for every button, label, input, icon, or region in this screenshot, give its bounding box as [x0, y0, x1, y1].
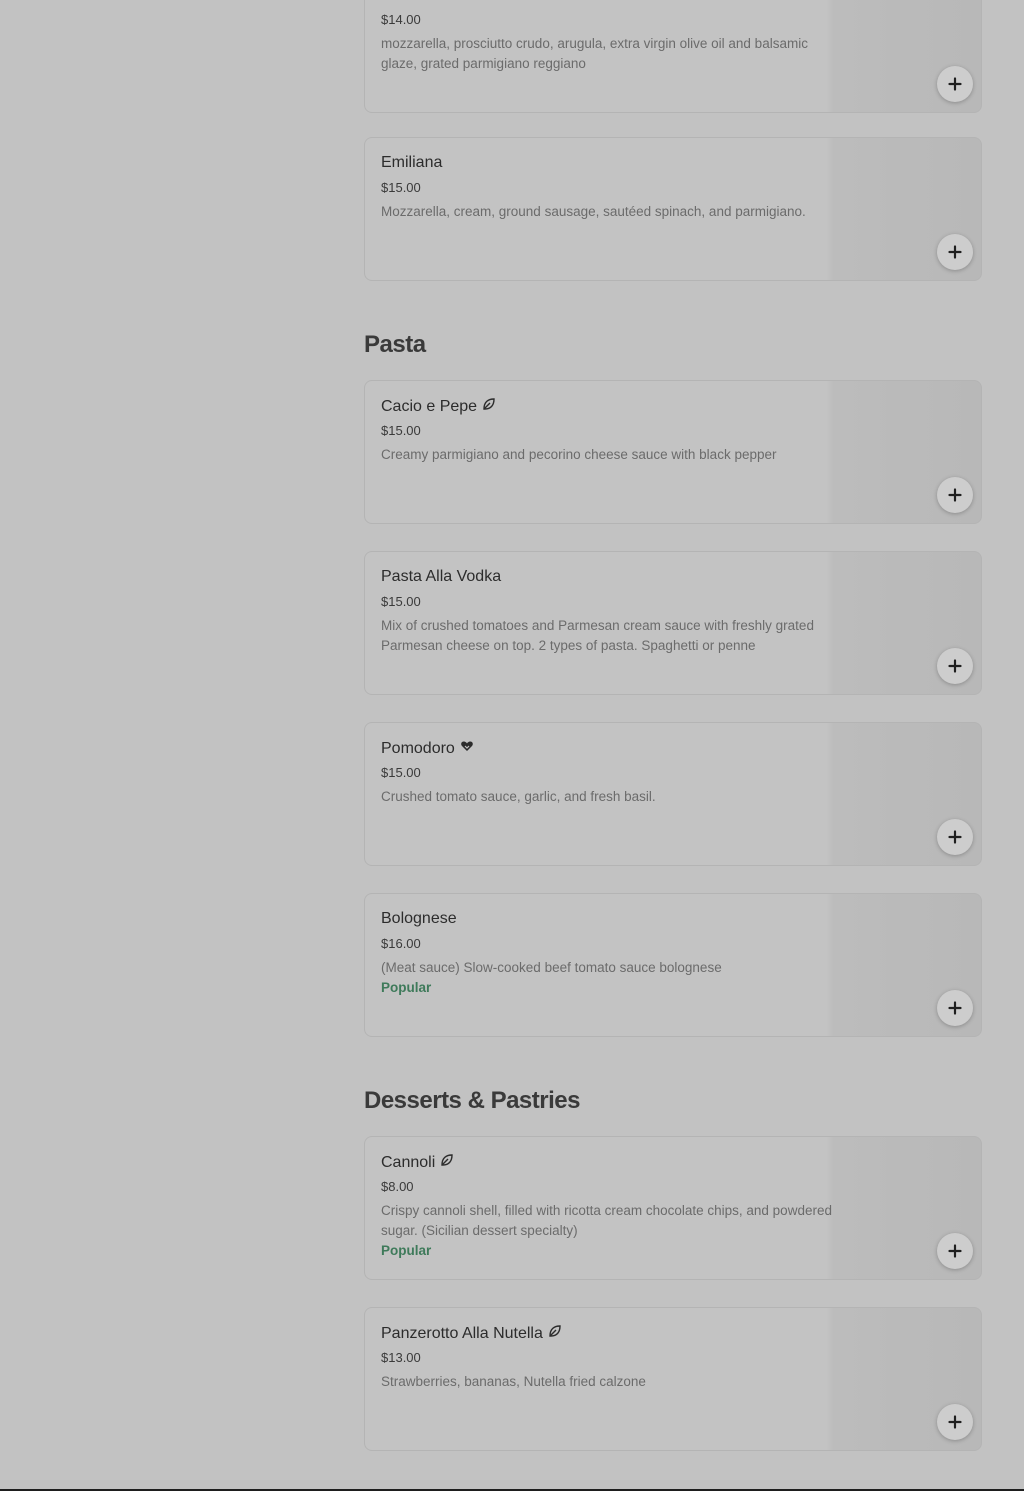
popular-badge: Popular: [381, 980, 432, 995]
add-to-cart-button[interactable]: [937, 819, 973, 855]
menu-item-card[interactable]: $14.00 mozzarella, prosciutto crudo, arug…: [364, 0, 982, 113]
item-name-text: Cannoli: [381, 1153, 436, 1171]
add-to-cart-button[interactable]: [937, 477, 973, 513]
item-price: $16.00: [381, 936, 421, 951]
item-name-text: Emiliana: [381, 154, 443, 171]
menu-item-card[interactable]: Cacio e Pepe $15.00 Creamy parmigiano and …: [364, 380, 982, 524]
item-name: Pomodoro: [381, 739, 474, 758]
plus-icon: [948, 1244, 962, 1258]
item-name-text: Pomodoro: [381, 739, 455, 757]
item-price: $14.00: [381, 12, 421, 27]
plus-icon: [948, 488, 962, 502]
item-name: Bolognese: [381, 910, 457, 928]
item-price: $8.00: [381, 1179, 414, 1194]
item-price: $15.00: [381, 594, 421, 609]
add-to-cart-button[interactable]: [937, 990, 973, 1026]
plus-icon: [948, 245, 962, 259]
item-name: Panzerotto Alla Nutella: [381, 1324, 562, 1343]
item-name-text: Bolognese: [381, 910, 457, 927]
item-description: mozzarella, prosciutto crudo, arugula, e…: [381, 36, 808, 71]
menu-item-card[interactable]: Emiliana $15.00 Mozzarella, cream, ground …: [364, 137, 982, 281]
item-price: $15.00: [381, 423, 421, 438]
add-to-cart-button[interactable]: [937, 648, 973, 684]
add-to-cart-button[interactable]: [937, 66, 973, 102]
leaf-icon: [440, 1153, 454, 1172]
item-description: Mix of crushed tomatoes and Parmesan cre…: [381, 618, 814, 653]
menu-item-card[interactable]: Panzerotto Alla Nutella $13.00 Strawberrie…: [364, 1307, 982, 1451]
plus-icon: [948, 1001, 962, 1015]
popular-badge: Popular: [381, 1243, 432, 1258]
add-to-cart-button[interactable]: [937, 1233, 973, 1269]
item-description: Mozzarella, cream, ground sausage, sauté…: [381, 204, 806, 219]
leaf-icon: [548, 1324, 562, 1343]
heart-icon: [460, 739, 474, 758]
item-name-text: Cacio e Pepe: [381, 397, 478, 415]
item-name-text: Panzerotto Alla Nutella: [381, 1324, 543, 1342]
item-description: (Meat sauce) Slow-cooked beef tomato sau…: [381, 960, 722, 975]
menu-item-card[interactable]: Pasta Alla Vodka $15.00 Mix of crushed tom…: [364, 551, 982, 695]
item-description: Strawberries, bananas, Nutella fried cal…: [381, 1374, 646, 1389]
item-price: $15.00: [381, 765, 421, 780]
menu-list: $14.00 mozzarella, prosciutto crudo, arug…: [0, 0, 1024, 1491]
item-price: $15.00: [381, 180, 421, 195]
item-price: $13.00: [381, 1350, 421, 1365]
item-description: Crispy cannoli shell, filled with ricott…: [381, 1203, 832, 1238]
plus-icon: [948, 830, 962, 844]
leaf-icon: [482, 397, 496, 416]
item-name-text: Pasta Alla Vodka: [381, 568, 502, 585]
menu-item-card[interactable]: Pomodoro $15.00 Crushed tomato sauce, garl…: [364, 722, 982, 866]
section-title: Pasta: [364, 331, 426, 358]
add-to-cart-button[interactable]: [937, 1404, 973, 1440]
plus-icon: [948, 77, 962, 91]
menu-item-card[interactable]: Bolognese $16.00 (Meat sauce) Slow-cooked …: [364, 893, 982, 1037]
section-title: Desserts & Pastries: [364, 1087, 580, 1114]
item-name: Emiliana: [381, 154, 442, 172]
item-description: Crushed tomato sauce, garlic, and fresh …: [381, 789, 656, 804]
item-name: Cacio e Pepe: [381, 397, 496, 416]
item-name: Pasta Alla Vodka: [381, 568, 501, 586]
item-name: Cannoli: [381, 1153, 454, 1172]
menu-item-card[interactable]: Cannoli $8.00 Crispy cannoli shell, filled…: [364, 1136, 982, 1280]
item-description: Creamy parmigiano and pecorino cheese sa…: [381, 447, 777, 462]
add-to-cart-button[interactable]: [937, 234, 973, 270]
plus-icon: [948, 659, 962, 673]
plus-icon: [948, 1415, 962, 1429]
